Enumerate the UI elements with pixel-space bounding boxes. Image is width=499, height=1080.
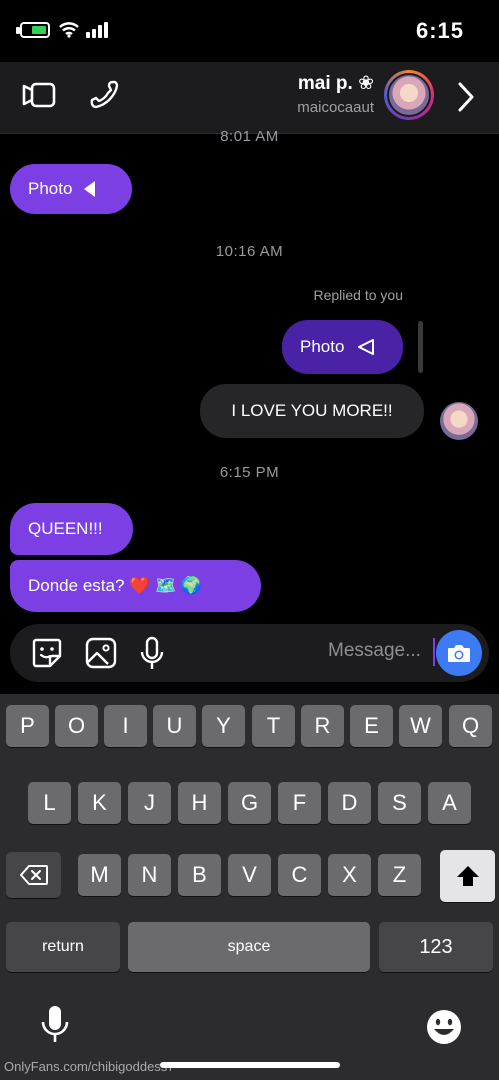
timestamp: 8:01 AM [220, 128, 279, 145]
key-v[interactable]: V [228, 854, 271, 896]
message-text: QUEEN!!! [28, 519, 103, 538]
key-d[interactable]: D [328, 782, 371, 824]
key-a[interactable]: A [428, 782, 471, 824]
photo-label: Photo [300, 337, 345, 356]
timestamp: 6:15 PM [219, 464, 280, 481]
key-w[interactable]: W [399, 705, 442, 747]
numbers-key[interactable]: 123 [379, 922, 493, 972]
battery-cap [16, 27, 20, 34]
reply-quote-bar [418, 321, 423, 373]
backspace-icon [19, 865, 48, 885]
return-key[interactable]: return [6, 922, 120, 972]
contact-name[interactable]: mai p. ❀ [262, 72, 374, 95]
play-outline-icon [358, 339, 375, 355]
battery-icon [20, 22, 50, 38]
key-e[interactable]: E [350, 705, 393, 747]
message-bubble[interactable]: QUEEN!!! [10, 503, 133, 555]
backspace-key[interactable] [6, 852, 61, 898]
key-b[interactable]: B [178, 854, 221, 896]
message-bubble[interactable]: Donde esta? ❤️ 🗺️ 🌍 [10, 560, 261, 612]
sender-avatar[interactable] [440, 402, 478, 440]
chat-header: mai p. ❀ maicocaaut [0, 62, 499, 134]
key-t[interactable]: T [252, 705, 295, 747]
shift-key[interactable] [440, 850, 495, 902]
key-l[interactable]: L [28, 782, 71, 824]
key-h[interactable]: H [178, 782, 221, 824]
key-s[interactable]: S [378, 782, 421, 824]
photo-label: Photo [28, 179, 73, 198]
reply-label: Replied to you [313, 287, 403, 303]
key-z[interactable]: Z [378, 854, 421, 896]
key-r[interactable]: R [301, 705, 344, 747]
key-i[interactable]: I [104, 705, 147, 747]
key-g[interactable]: G [228, 782, 271, 824]
gallery-icon[interactable] [84, 636, 118, 670]
microphone-icon[interactable] [138, 636, 166, 672]
key-c[interactable]: C [278, 854, 321, 896]
key-k[interactable]: K [78, 782, 121, 824]
sticker-icon[interactable] [30, 636, 64, 670]
key-y[interactable]: Y [202, 705, 245, 747]
key-m[interactable]: M [78, 854, 121, 896]
key-u[interactable]: U [153, 705, 196, 747]
key-p[interactable]: P [6, 705, 49, 747]
wifi-icon [59, 22, 79, 38]
timestamp: 10:16 AM [215, 243, 284, 260]
camera-button[interactable] [436, 630, 482, 676]
dictation-microphone-icon[interactable] [40, 1004, 70, 1046]
phone-call-icon[interactable] [88, 78, 120, 110]
status-bar: 6:15 [0, 0, 499, 62]
message-input[interactable]: Message... [328, 640, 421, 662]
camera-icon [448, 645, 470, 662]
message-bubble[interactable]: I LOVE YOU MORE!! [200, 384, 424, 438]
key-o[interactable]: O [55, 705, 98, 747]
emoji-icon[interactable] [425, 1008, 463, 1046]
replied-photo-message[interactable]: Photo [282, 320, 403, 374]
key-j[interactable]: J [128, 782, 171, 824]
shift-arrow-icon [456, 866, 479, 886]
play-icon [84, 181, 96, 197]
key-x[interactable]: X [328, 854, 371, 896]
contact-username[interactable]: maicocaaut [262, 99, 374, 116]
text-cursor [433, 638, 435, 666]
photo-message[interactable]: Photo [10, 164, 132, 214]
key-f[interactable]: F [278, 782, 321, 824]
message-composer: Message... [10, 624, 489, 682]
contact-avatar[interactable] [384, 70, 434, 120]
video-call-icon[interactable] [22, 80, 56, 110]
space-key[interactable]: space [128, 922, 370, 972]
watermark: OnlyFans.com/chibigoddess7 [4, 1059, 175, 1074]
message-text: Donde esta? ❤️ 🗺️ 🌍 [28, 576, 203, 595]
status-time: 6:15 [416, 18, 465, 43]
cellular-signal-icon [86, 22, 108, 38]
back-chevron-icon[interactable] [456, 80, 476, 114]
home-indicator[interactable] [160, 1062, 340, 1068]
key-q[interactable]: Q [449, 705, 492, 747]
key-n[interactable]: N [128, 854, 171, 896]
message-text: I LOVE YOU MORE!! [231, 401, 393, 420]
